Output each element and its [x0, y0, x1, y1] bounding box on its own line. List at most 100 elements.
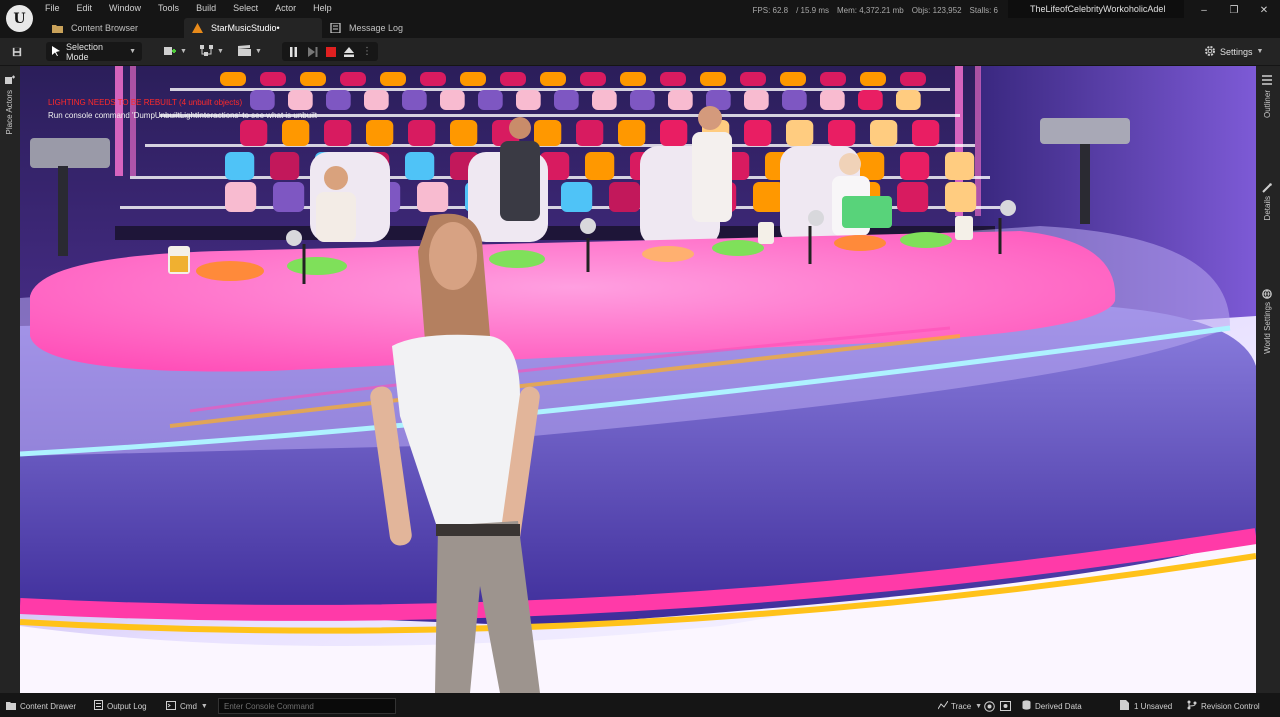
output-log-label: Output Log: [107, 701, 147, 711]
trace-button[interactable]: Trace ▼: [937, 695, 983, 717]
blueprint-button[interactable]: ▼: [194, 42, 230, 61]
close-icon[interactable]: ✕: [1248, 0, 1280, 20]
content-drawer-label: Content Drawer: [20, 701, 77, 711]
perf-stats: FPS: 62.8 / 15.9 ms Mem: 4,372.21 mb Obj…: [753, 6, 998, 15]
chevron-down-icon: ▼: [200, 702, 208, 710]
output-log-button[interactable]: Output Log: [94, 695, 147, 717]
audience-seat: [326, 90, 351, 110]
content-drawer-button[interactable]: Content Drawer: [6, 695, 76, 717]
status-bar: Content Drawer Output Log Cmd ▼ Enter Co…: [0, 695, 1280, 717]
tab-message-log[interactable]: Message Log: [322, 18, 442, 38]
audience-seat: [478, 90, 503, 110]
tab-outliner[interactable]: Outliner: [1263, 90, 1272, 118]
derived-data-label: Derived Data: [1035, 701, 1082, 711]
audience-seat: [660, 72, 686, 86]
menu-window[interactable]: Window: [104, 0, 146, 16]
step-frame-icon[interactable]: [304, 42, 322, 61]
save-icon[interactable]: [6, 42, 28, 61]
stop-icon[interactable]: [322, 42, 340, 61]
chevron-down-icon: ▼: [129, 48, 136, 55]
eject-icon[interactable]: [340, 42, 358, 61]
audience-seat: [260, 72, 286, 86]
audience-seat: [500, 72, 526, 86]
audience-seat: [753, 182, 785, 212]
audience-seat: [324, 120, 352, 146]
derived-data-button[interactable]: Derived Data: [1022, 695, 1082, 717]
unsaved-button[interactable]: 1 Unsaved: [1120, 695, 1172, 717]
audience-seat: [900, 72, 926, 86]
left-panel-strip: Place Actors: [0, 66, 20, 693]
level-viewport[interactable]: LIGHTING NEEDS TO BE REBUILT (4 unbuilt …: [20, 66, 1256, 693]
audience-seat: [945, 182, 977, 212]
pause-icon[interactable]: [282, 42, 304, 61]
audience-seat: [860, 72, 886, 86]
audience-seat: [561, 182, 593, 212]
tab-place-actors[interactable]: Place Actors: [5, 90, 14, 134]
trace-label: Trace: [951, 701, 972, 711]
main-toolbar: Selection Mode ▼ ▼ ▼ ▼ ⋮ Settings ▼: [0, 38, 1280, 65]
unsaved-label: 1 Unsaved: [1134, 701, 1173, 711]
audience-seat: [620, 72, 646, 86]
menu-actor[interactable]: Actor: [270, 0, 301, 16]
outliner-icon[interactable]: [1262, 72, 1272, 90]
cursor-icon: [52, 45, 61, 58]
stalls-readout: Stalls: 6: [969, 6, 998, 15]
audience-seat: [420, 72, 446, 86]
menu-help[interactable]: Help: [308, 0, 337, 16]
screenshot-icon[interactable]: [1000, 695, 1011, 717]
revision-control-button[interactable]: Revision Control: [1187, 695, 1260, 717]
audience-seat: [273, 182, 305, 212]
audience-seat: [540, 72, 566, 86]
menu-select[interactable]: Select: [228, 0, 263, 16]
chevron-down-icon: ▼: [975, 702, 983, 710]
audience-seat: [618, 120, 646, 146]
place-actors-icon[interactable]: [5, 72, 15, 90]
audience-seat: [896, 90, 921, 110]
record-icon[interactable]: [984, 695, 995, 717]
audience-seat: [417, 182, 449, 212]
audience-seat: [270, 152, 300, 180]
tab-world-settings[interactable]: World Settings: [1263, 302, 1272, 354]
audience-seat: [450, 120, 478, 146]
gear-icon: [1204, 45, 1216, 59]
settings-button[interactable]: Settings ▼: [1198, 42, 1268, 61]
menu-file[interactable]: File: [40, 0, 65, 16]
cmd-dropdown[interactable]: Cmd ▼: [166, 695, 208, 717]
cinematics-button[interactable]: ▼: [232, 42, 266, 61]
lighting-hint: Run console command 'DumpUnbuiltLightInt…: [48, 111, 317, 120]
menu-tools[interactable]: Tools: [153, 0, 184, 16]
audience-seat: [897, 182, 929, 212]
mem-readout: Mem: 4,372.21 mb: [837, 6, 904, 15]
menu-edit[interactable]: Edit: [72, 0, 98, 16]
tab-level-starmusicstudio[interactable]: StarMusicStudio•: [184, 18, 322, 38]
unreal-logo-icon[interactable]: U: [6, 5, 33, 32]
scene-render: [20, 66, 1256, 693]
ms-readout: / 15.9 ms: [796, 6, 830, 15]
drawer-icon: [6, 701, 16, 712]
chevron-down-icon: ▼: [180, 48, 187, 55]
tab-details[interactable]: Details: [1263, 196, 1272, 220]
add-actor-button[interactable]: ▼: [158, 42, 188, 61]
audience-seat: [408, 120, 436, 146]
audience-seat: [744, 90, 769, 110]
menu-build[interactable]: Build: [191, 0, 221, 16]
minimize-icon[interactable]: –: [1188, 0, 1220, 20]
chevron-down-icon: ▼: [1256, 48, 1264, 55]
audience-seat: [740, 72, 766, 86]
audience-seat: [828, 120, 856, 146]
objs-readout: Objs: 123,952: [911, 6, 962, 15]
audience-seat: [300, 72, 326, 86]
audience-seat: [405, 152, 435, 180]
audience-seat: [340, 72, 366, 86]
audience-seat: [820, 90, 845, 110]
audience-seat: [900, 152, 930, 180]
audience-seat: [668, 90, 693, 110]
more-options-icon[interactable]: ⋮: [358, 42, 376, 61]
selection-mode-dropdown[interactable]: Selection Mode ▼: [46, 42, 142, 62]
console-command-input[interactable]: Enter Console Command: [218, 698, 396, 714]
audience-seat: [592, 90, 617, 110]
maximize-icon[interactable]: ❐: [1218, 0, 1250, 20]
tab-content-browser[interactable]: Content Browser: [44, 18, 184, 38]
audience-seat: [945, 152, 975, 180]
blueprint-icon: [200, 45, 213, 58]
